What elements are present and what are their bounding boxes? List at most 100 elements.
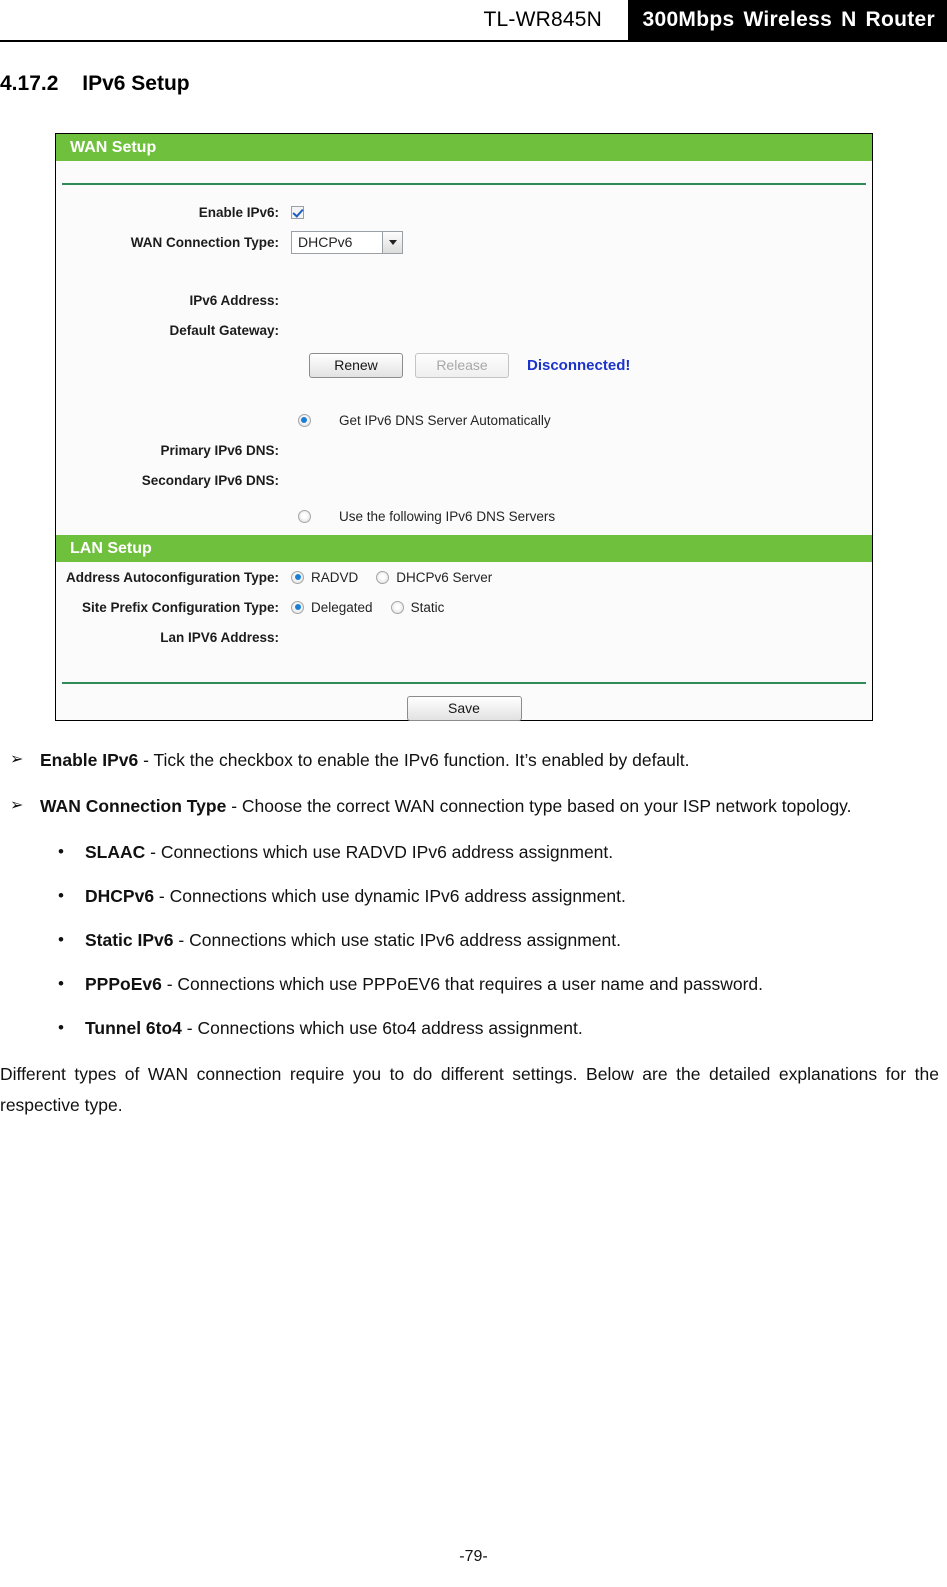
site-prefix-option-static[interactable]: Static (390, 599, 445, 615)
product-word-2: N (841, 8, 857, 31)
sub-bullet-dhcpv6-term: DHCPv6 (85, 886, 155, 906)
enable-ipv6-checkbox[interactable] (291, 205, 304, 219)
section-title: IPv6 Setup (82, 72, 190, 95)
delegated-label: Delegated (311, 599, 373, 615)
product-word-0: 300Mbps (642, 8, 735, 31)
dot-bullet-icon: • (58, 886, 64, 905)
spacer-above-enable-ipv6 (56, 185, 872, 197)
address-autoconfig-option-dhcpv6-server[interactable]: DHCPv6 Server (376, 570, 492, 585)
lan-setup-body: Address Autoconfiguration Type: RADVD DH… (56, 562, 872, 682)
release-button[interactable]: Release (415, 352, 509, 378)
ipv6-address-label: IPv6 Address: (189, 292, 279, 308)
wan-connection-type-label: WAN Connection Type: (130, 234, 279, 250)
sub-bullet-pppoev6: • PPPoEv6 - Connections which use PPPoEV… (0, 969, 947, 999)
site-prefix-control: Delegated Static (291, 600, 872, 615)
site-prefix-radio-group: Delegated Static (291, 600, 462, 615)
connection-actions-control: Renew Release Disconnected! (291, 352, 872, 378)
wan-setup-top-gap (56, 161, 872, 183)
save-button[interactable]: Save (406, 695, 522, 721)
section-body-copy: ➢ Enable IPv6 - Tick the checkbox to ena… (0, 745, 947, 1121)
product-name-banner: 300Mbps Wireless N Router (628, 0, 947, 40)
dot-bullet-icon: • (58, 974, 64, 993)
product-word-1: Wireless (743, 8, 833, 31)
page-number-footer: -79- (459, 1548, 488, 1565)
bullet-enable-ipv6-term: Enable IPv6 (40, 750, 139, 770)
header-divider-rule (0, 40, 947, 42)
dot-bullet-icon: • (58, 930, 64, 949)
sub-bullet-dhcpv6: • DHCPv6 - Connections which use dynamic… (0, 881, 947, 911)
chevron-down-icon[interactable] (382, 231, 402, 253)
wan-connection-type-select[interactable]: DHCPv6 (291, 230, 403, 254)
section-number: 4.17.2 (0, 72, 59, 95)
enable-ipv6-row: Enable IPv6: (56, 197, 872, 227)
sub-bullet-dhcpv6-text: - Connections which use dynamic IPv6 add… (154, 886, 626, 906)
dns-manual-radio[interactable] (297, 509, 311, 523)
sub-bullet-static-ipv6-term: Static IPv6 (85, 930, 174, 950)
product-word-3: Router (865, 8, 935, 31)
connection-status-text: Disconnected! (527, 356, 631, 374)
router-model-label: TL-WR845N (483, 8, 602, 31)
spacer-below-dns-manual (56, 531, 872, 535)
dns-manual-radio-wrap (291, 509, 317, 523)
bullet-wan-connection-type-text: - Choose the correct WAN connection type… (226, 796, 852, 816)
bullet-wan-connection-type-term: WAN Connection Type (40, 796, 227, 816)
address-autoconfig-option-radvd[interactable]: RADVD (291, 570, 358, 585)
renew-button[interactable]: Renew (309, 352, 403, 378)
bullet-enable-ipv6: ➢ Enable IPv6 - Tick the checkbox to ena… (0, 745, 947, 775)
closing-paragraph: Different types of WAN connection requir… (0, 1064, 939, 1115)
sub-bullet-slaac-text: - Connections which use RADVD IPv6 addre… (145, 842, 614, 862)
sub-bullet-tunnel-6to4: • Tunnel 6to4 - Connections which use 6t… (0, 1013, 947, 1043)
bullet-enable-ipv6-text: - Tick the checkbox to enable the IPv6 f… (138, 750, 690, 770)
ipv6-address-row: IPv6 Address: (56, 285, 872, 315)
sub-bullet-slaac: • SLAAC - Connections which use RADVD IP… (0, 837, 947, 867)
arrow-bullet-icon: ➢ (10, 797, 24, 814)
dns-manual-label: Use the following IPv6 DNS Servers (339, 508, 556, 524)
section-heading: 4.17.2 IPv6 Setup (0, 72, 190, 96)
spacer-above-save-divider (56, 652, 872, 682)
dns-manual-row[interactable]: Use the following IPv6 DNS Servers (56, 501, 872, 531)
dns-auto-row[interactable]: Get IPv6 DNS Server Automatically (56, 405, 872, 435)
wan-setup-panel-title: WAN Setup (56, 134, 872, 161)
sub-bullet-slaac-term: SLAAC (85, 842, 146, 862)
dns-auto-label: Get IPv6 DNS Server Automatically (339, 412, 551, 428)
enable-ipv6-control (291, 205, 872, 219)
address-autoconfig-row: Address Autoconfiguration Type: RADVD DH… (56, 562, 872, 592)
address-autoconfig-label: Address Autoconfiguration Type: (65, 569, 279, 585)
wan-setup-body: Enable IPv6: WAN Connection Type: DHCPv6… (56, 185, 872, 535)
default-gateway-row: Default Gateway: (56, 315, 872, 345)
dhcpv6-server-radio[interactable] (376, 570, 390, 584)
router-admin-screenshot: WAN Setup Enable IPv6: WAN Connection Ty… (55, 133, 873, 721)
enable-ipv6-label: Enable IPv6: (198, 204, 279, 220)
address-autoconfig-control: RADVD DHCPv6 Server (291, 570, 872, 585)
radvd-label: RADVD (311, 569, 359, 585)
spacer-above-ipv6-address (56, 257, 872, 285)
sub-bullet-pppoev6-term: PPPoEv6 (85, 974, 162, 994)
dns-auto-radio[interactable] (297, 413, 311, 427)
wan-connection-type-value: DHCPv6 (298, 234, 353, 250)
spacer-above-dns (56, 385, 872, 405)
site-prefix-option-delegated[interactable]: Delegated (291, 600, 373, 615)
address-autoconfig-radio-group: RADVD DHCPv6 Server (291, 570, 510, 585)
delegated-radio[interactable] (291, 600, 304, 614)
radvd-radio[interactable] (291, 570, 304, 584)
default-gateway-label: Default Gateway: (169, 322, 279, 338)
wan-connection-type-row: WAN Connection Type: DHCPv6 (56, 227, 872, 257)
dhcpv6-server-label: DHCPv6 Server (396, 569, 493, 585)
arrow-bullet-icon: ➢ (10, 751, 24, 768)
lan-ipv6-address-row: Lan IPV6 Address: (56, 622, 872, 652)
primary-dns-label: Primary IPv6 DNS: (160, 442, 279, 458)
sub-bullet-pppoev6-text: - Connections which use PPPoEV6 that req… (161, 974, 764, 994)
sub-bullet-tunnel-6to4-term: Tunnel 6to4 (85, 1018, 182, 1038)
sub-bullet-static-ipv6: • Static IPv6 - Connections which use st… (0, 925, 947, 955)
lan-ipv6-address-label: Lan IPV6 Address: (160, 629, 279, 645)
static-label: Static (410, 599, 445, 615)
static-radio[interactable] (390, 600, 404, 614)
dot-bullet-icon: • (58, 1018, 64, 1037)
secondary-dns-label: Secondary IPv6 DNS: (141, 472, 279, 488)
dot-bullet-icon: • (58, 842, 64, 861)
save-area: Save (56, 684, 872, 732)
site-prefix-row: Site Prefix Configuration Type: Delegate… (56, 592, 872, 622)
site-prefix-label: Site Prefix Configuration Type: (81, 599, 279, 615)
wan-connection-type-control: DHCPv6 (291, 230, 872, 254)
sub-bullet-static-ipv6-text: - Connections which use static IPv6 addr… (173, 930, 621, 950)
